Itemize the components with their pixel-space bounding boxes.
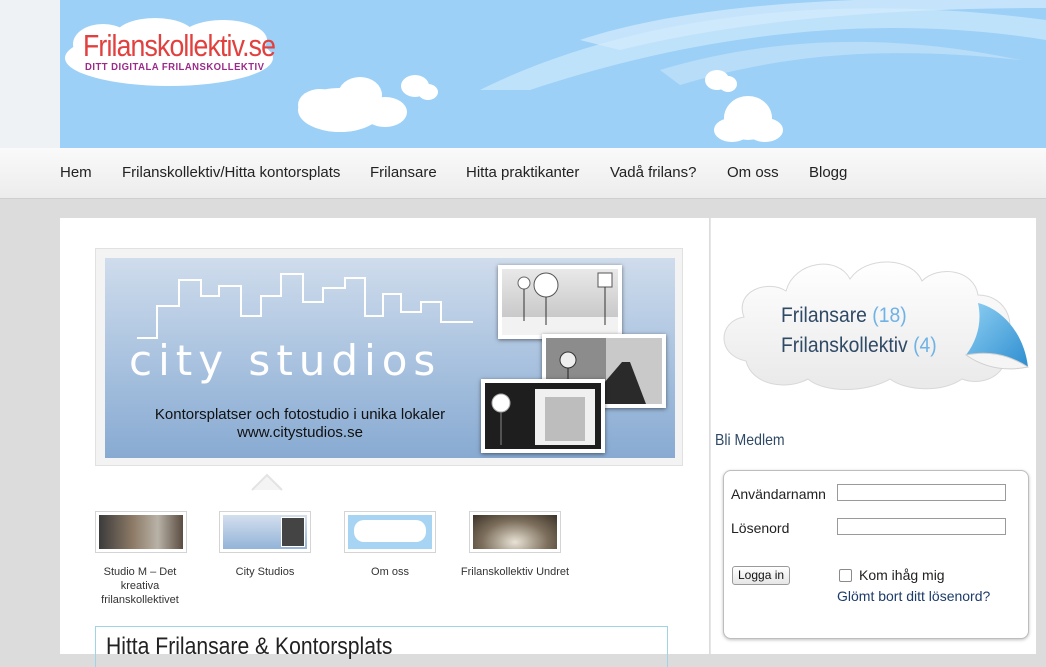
collective-count-link[interactable]: Frilanskollektiv (4): [781, 334, 937, 358]
slideshow-pointer-icon: [251, 473, 283, 491]
collective-count-value: (4): [913, 334, 937, 357]
thumb-undret-image: [473, 515, 557, 549]
thumb-label-undret[interactable]: Frilanskollektiv Undret: [460, 565, 570, 579]
collective-count-label: Frilanskollektiv: [781, 334, 908, 357]
nav-item-vada-frilans[interactable]: Vadå frilans?: [610, 164, 696, 181]
main-navigation: Hem Frilanskollektiv/Hitta kontorsplats …: [0, 148, 1046, 199]
thumb-city-studios[interactable]: [219, 511, 311, 553]
banner-tagline: Kontorsplatser och fotostudio i unika lo…: [154, 406, 446, 423]
username-label: Användarnamn: [731, 486, 826, 502]
main-content: city studios Kontorsplatser och fotostud…: [60, 218, 709, 667]
password-input[interactable]: [837, 518, 1006, 535]
thumb-undret[interactable]: [469, 511, 561, 553]
studio-dark-room-image: [485, 383, 601, 449]
site-logo[interactable]: Frilanskollektiv.se DITT DIGITALA FRILAN…: [63, 18, 276, 88]
member-heading: Bli Medlem: [715, 432, 785, 449]
thumb-label-studio-m[interactable]: Studio M – Det kreativa frilanskollektiv…: [85, 565, 195, 607]
login-button[interactable]: Logga in: [732, 566, 791, 585]
skyline-outline-graphic: [137, 273, 473, 339]
forgot-password-link[interactable]: Glömt bort ditt lösenord?: [837, 588, 990, 604]
nav-item-frilansare[interactable]: Frilansare: [370, 164, 437, 181]
nav-item-om-oss[interactable]: Om oss: [727, 164, 779, 181]
nav-item-hitta-praktikanter[interactable]: Hitta praktikanter: [466, 164, 579, 181]
freelancer-count-value: (18): [872, 304, 907, 327]
thumb-studio-m-image: [99, 515, 183, 549]
slideshow-frame: city studios Kontorsplatser och fotostud…: [95, 248, 683, 466]
studio-photo-3: [481, 379, 605, 453]
username-input[interactable]: [837, 484, 1006, 501]
login-form: Användarnamn Lösenord Logga in Kom ihåg …: [723, 470, 1029, 639]
studio-photo-1: [498, 265, 622, 339]
header-left-strip: [0, 0, 60, 148]
studio-lights-image: [502, 272, 618, 335]
freelancer-count-link[interactable]: Frilansare (18): [781, 304, 907, 328]
thumb-studio-m[interactable]: [95, 511, 187, 553]
thumb-city-studios-image: [223, 515, 307, 549]
sidebar: Frilansare (18) Frilanskollektiv (4) Bli…: [710, 218, 1036, 654]
banner-url: www.citystudios.se: [237, 424, 363, 441]
thumb-label-city-studios[interactable]: City Studios: [210, 565, 320, 579]
freelancer-count-label: Frilansare: [781, 304, 867, 327]
thumb-label-om-oss[interactable]: Om oss: [335, 565, 445, 579]
search-section: Hitta Frilansare & Kontorsplats: [95, 626, 668, 667]
logo-tagline: DITT DIGITALA FRILANSKOLLEKTIV: [85, 62, 265, 73]
remember-me-checkbox[interactable]: [839, 569, 852, 582]
password-label: Lösenord: [731, 520, 790, 536]
nav-item-hem[interactable]: Hem: [60, 164, 92, 181]
thumb-om-oss-image: [348, 515, 432, 549]
remember-me-label[interactable]: Kom ihåg mig: [859, 567, 945, 583]
city-studios-banner[interactable]: city studios Kontorsplatser och fotostud…: [105, 258, 675, 458]
banner-brand-text: city studios: [129, 336, 442, 385]
nav-item-frilanskollektiv[interactable]: Frilanskollektiv/Hitta kontorsplats: [122, 164, 340, 181]
site-header: Frilanskollektiv.se DITT DIGITALA FRILAN…: [0, 0, 1046, 148]
search-section-title: Hitta Frilansare & Kontorsplats: [106, 633, 393, 660]
thumb-om-oss[interactable]: [344, 511, 436, 553]
nav-item-blogg[interactable]: Blogg: [809, 164, 847, 181]
logo-title: Frilanskollektiv.se: [83, 28, 276, 63]
